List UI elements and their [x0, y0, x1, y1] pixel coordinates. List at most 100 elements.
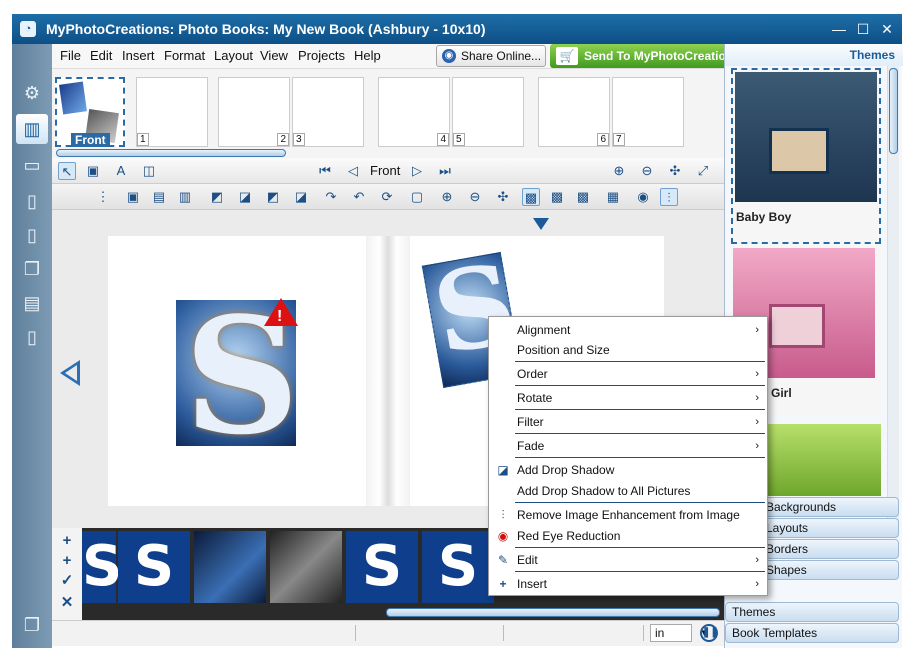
submenu-arrow-icon: › [755, 440, 759, 452]
next-page-icon[interactable]: ▷ [408, 162, 426, 180]
add-frame-icon[interactable]: ◫ [140, 162, 158, 180]
photo-thumbnail[interactable]: S [422, 531, 494, 603]
menu-item-filter[interactable]: Filter › [489, 411, 767, 433]
multi-page-icon[interactable]: ❐ [16, 254, 48, 284]
first-page-icon[interactable]: ⏮ [316, 162, 334, 180]
send-label: Send To MyPhotoCreations [584, 49, 740, 63]
menu-item-edit[interactable]: ✎ Edit › [489, 549, 767, 571]
align-handle-icon[interactable]: ⋮ [94, 188, 112, 206]
tab-book-templates[interactable]: Book Templates [725, 623, 899, 643]
spread-view-icon[interactable]: ▯ [16, 186, 48, 216]
menu-projects[interactable]: Projects [298, 48, 345, 63]
send-back-icon[interactable]: ◪ [292, 188, 310, 206]
align-top-icon[interactable]: ▤ [150, 188, 168, 206]
settings-gear-icon[interactable]: ⚙ [16, 78, 48, 108]
copy-pages-icon[interactable]: ❐ [16, 610, 48, 640]
image-enhance-icon[interactable]: ⫶ [660, 188, 678, 206]
menu-item-add-drop-shadow-all[interactable]: Add Drop Shadow to All Pictures [489, 480, 767, 502]
photo-tray-scrollbar[interactable] [386, 608, 720, 617]
page-thumbnail[interactable]: 1 [136, 77, 208, 147]
previous-page-icon[interactable]: ◁ [344, 162, 362, 180]
page-edit-icon[interactable]: ▤ [16, 288, 48, 318]
fit-icon[interactable]: ✣ [666, 162, 684, 180]
theme-name: Girl [771, 386, 792, 400]
share-online-button[interactable]: ◉ Share Online... [436, 45, 546, 67]
cover-icon[interactable]: ▯ [16, 322, 48, 352]
menu-insert[interactable]: Insert [122, 48, 155, 63]
image-crop-icon[interactable]: ▩ [522, 188, 540, 206]
menu-item-insert[interactable]: + Insert › [489, 573, 767, 595]
close-window-button[interactable]: ✕ [878, 20, 896, 38]
shadow-icon[interactable]: ▢ [408, 188, 426, 206]
photo-thumbnail[interactable]: S [346, 531, 418, 603]
image-fill-icon[interactable]: ▩ [548, 188, 566, 206]
book-view-icon[interactable]: ▥ [16, 114, 48, 144]
menu-item-position-and-size[interactable]: Position and Size [489, 339, 767, 361]
menu-layout[interactable]: Layout [214, 48, 253, 63]
theme-card-baby-boy[interactable]: Baby Boy [731, 68, 881, 244]
menu-item-add-drop-shadow[interactable]: ◪ Add Drop Shadow [489, 459, 767, 481]
page-number: 5 [453, 133, 465, 146]
image-zoom-out-icon[interactable]: ⊖ [466, 188, 484, 206]
photo-thumbnail[interactable]: S [118, 531, 190, 603]
align-center-icon[interactable]: ▣ [124, 188, 142, 206]
menu-item-order[interactable]: Order › [489, 363, 767, 385]
page-thumbnail[interactable]: 3 [292, 77, 364, 147]
page-thumbnail[interactable]: 5 [452, 77, 524, 147]
remove-photo-icon[interactable]: ✕ [58, 594, 76, 612]
page-thumbnail[interactable]: 4 [378, 77, 450, 147]
menu-item-alignment[interactable]: Alignment › [489, 319, 767, 341]
bring-forward-icon[interactable]: ◪ [236, 188, 254, 206]
image-fit-icon[interactable]: ✣ [494, 188, 512, 206]
front-cover-thumbnail[interactable]: Front [55, 77, 125, 147]
single-page-icon[interactable]: ▯ [16, 220, 48, 250]
themes-scrollbar-thumb[interactable] [889, 68, 898, 154]
add-multiple-icon[interactable]: + [58, 552, 76, 570]
menu-format[interactable]: Format [164, 48, 205, 63]
full-screen-icon[interactable]: ⤢ [694, 162, 712, 180]
rotate-right-icon[interactable]: ↷ [322, 188, 340, 206]
zoom-out-icon[interactable]: ⊖ [638, 162, 656, 180]
last-page-icon[interactable]: ⏭ [436, 162, 454, 180]
align-side-icon[interactable]: ▥ [176, 188, 194, 206]
unit-select[interactable]: in ▾ [650, 624, 707, 642]
add-photo-icon[interactable]: + [58, 532, 76, 550]
red-eye-icon[interactable]: ◉ [634, 188, 652, 206]
photo-thumbnail[interactable] [194, 531, 266, 603]
minimize-button[interactable]: — [830, 20, 848, 38]
menu-item-rotate[interactable]: Rotate › [489, 387, 767, 409]
arrow-inner [65, 365, 77, 381]
page-thumbnail[interactable]: 7 [612, 77, 684, 147]
tab-themes[interactable]: Themes [725, 602, 899, 622]
rotate-left-icon[interactable]: ↶ [350, 188, 368, 206]
menu-item-red-eye-reduction[interactable]: ◉ Red Eye Reduction [489, 525, 767, 547]
add-text-icon[interactable]: A [112, 162, 130, 180]
menu-edit[interactable]: Edit [90, 48, 112, 63]
menu-view[interactable]: View [260, 48, 288, 63]
menu-help[interactable]: Help [354, 48, 381, 63]
send-backward-icon[interactable]: ◩ [264, 188, 282, 206]
photo-thumbnail[interactable] [270, 531, 342, 603]
page-thumbnail[interactable]: 6 [538, 77, 610, 147]
strip-scrollbar[interactable] [56, 149, 286, 157]
pause-icon[interactable]: ❚❚ [700, 624, 719, 642]
menu-item-remove-image-enhancement[interactable]: ⫶ Remove Image Enhancement from Image [489, 504, 767, 526]
image-stretch-icon[interactable]: ▩ [574, 188, 592, 206]
add-picture-icon[interactable]: ▣ [84, 162, 102, 180]
mark-used-icon[interactable]: ✓ [58, 572, 76, 590]
page-thumbnail[interactable]: 2 [218, 77, 290, 147]
menu-item-fade[interactable]: Fade › [489, 435, 767, 457]
select-tool-icon[interactable]: ↖ [58, 162, 76, 180]
image-zoom-in-icon[interactable]: ⊕ [438, 188, 456, 206]
bring-front-icon[interactable]: ◩ [208, 188, 226, 206]
themes-scrollbar[interactable] [887, 66, 899, 536]
zoom-in-icon[interactable]: ⊕ [610, 162, 628, 180]
menu-file[interactable]: File [60, 48, 81, 63]
photo-thumbnail[interactable]: S [82, 531, 122, 603]
page-view-icon[interactable]: ▭ [16, 150, 48, 180]
menu-item-label: Insert [517, 577, 548, 591]
rotate-free-icon[interactable]: ⟳ [378, 188, 396, 206]
send-to-myphotocreations-button[interactable]: 🛒 Send To MyPhotoCreations [550, 44, 744, 68]
fade-icon[interactable]: ▦ [604, 188, 622, 206]
maximize-button[interactable]: ☐ [854, 20, 872, 38]
